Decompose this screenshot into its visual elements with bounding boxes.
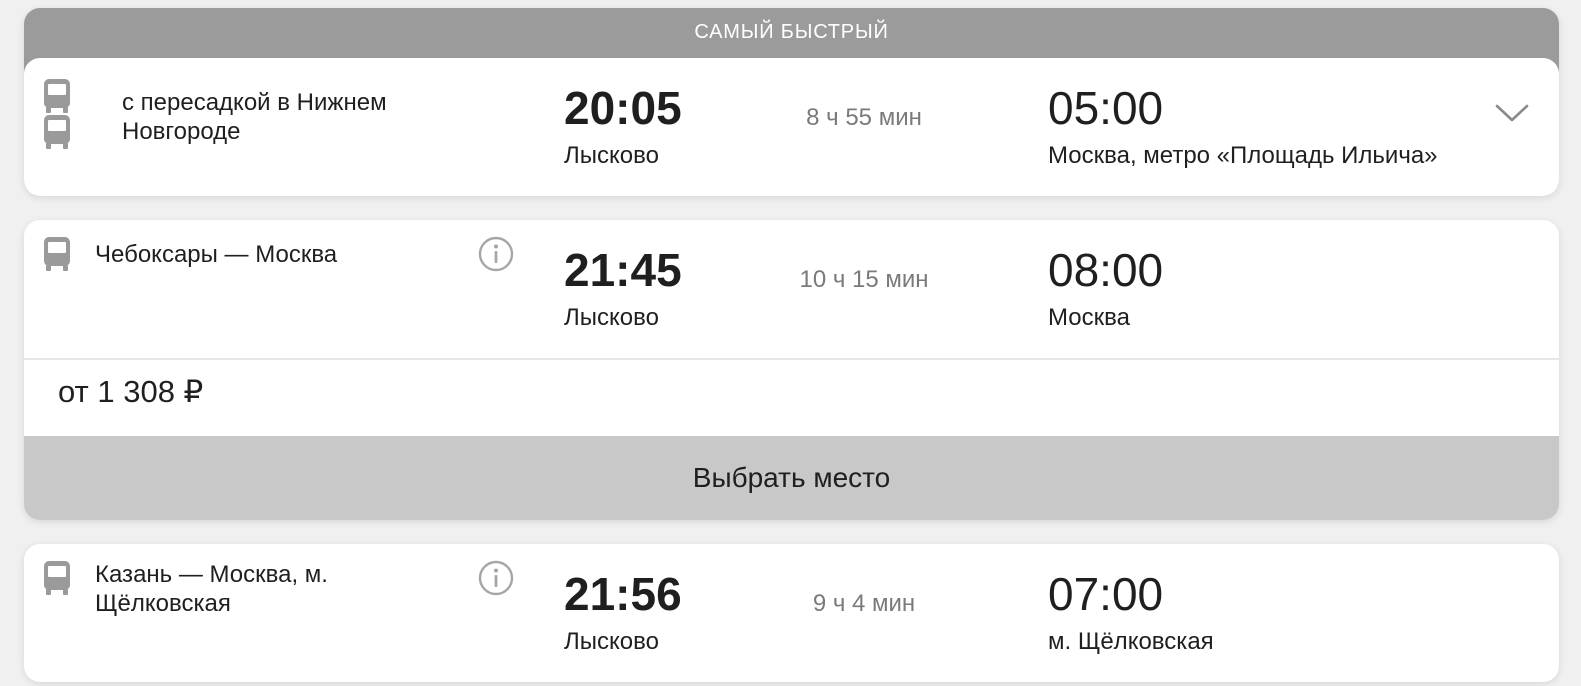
route-name: с пересадкой в Нижнем Новгороде — [122, 89, 387, 145]
info-icon[interactable] — [478, 236, 514, 272]
trip-card[interactable]: Чебоксары — Москва 21:45 Лысково 10 ч 15… — [24, 220, 1559, 520]
departure-time: 21:56 — [564, 568, 682, 620]
price: от 1 308 ₽ — [58, 374, 204, 409]
route-name: Казань — Москва, м. Щёлковская — [95, 561, 328, 617]
bus-icon — [42, 78, 72, 114]
trip-card-body[interactable]: Казань — Москва, м. Щёлковская 21:56 Лыс… — [24, 544, 1559, 682]
arrival-time: 05:00 — [1048, 82, 1164, 134]
info-icon[interactable] — [478, 560, 514, 596]
trip-duration: 10 ч 15 мин — [799, 266, 929, 293]
departure-station: Лысково — [564, 304, 659, 331]
route-name: Чебоксары — Москва — [95, 241, 338, 268]
trip-card-body[interactable]: с пересадкой в Нижнем Новгороде 20:05 Лы… — [24, 58, 1559, 196]
trip-card-fastest[interactable]: САМЫЙ БЫСТРЫЙ с пересадкой в Нижнем Новг… — [24, 8, 1559, 196]
trip-duration: 8 ч 55 мин — [806, 104, 922, 131]
departure-station: Лысково — [564, 628, 659, 655]
bus-icon — [42, 560, 72, 596]
arrival-station: Москва, метро «Площадь Ильича» — [1048, 142, 1438, 169]
trip-card-body[interactable]: Чебоксары — Москва 21:45 Лысково 10 ч 15… — [24, 220, 1559, 358]
bus-icon — [42, 236, 72, 272]
divider — [24, 358, 1559, 360]
trip-card[interactable]: Казань — Москва, м. Щёлковская 21:56 Лыс… — [24, 544, 1559, 682]
departure-station: Лысково — [564, 142, 659, 169]
trip-duration: 9 ч 4 мин — [812, 590, 916, 617]
select-seat-button[interactable]: Выбрать место — [24, 436, 1559, 520]
arrival-station: Москва — [1048, 304, 1130, 331]
departure-time: 20:05 — [564, 82, 682, 134]
arrival-time: 08:00 — [1048, 244, 1164, 296]
departure-time: 21:45 — [564, 244, 682, 296]
chevron-down-icon[interactable] — [1494, 102, 1530, 124]
bus-icon — [42, 114, 72, 150]
fastest-badge: САМЫЙ БЫСТРЫЙ — [694, 21, 889, 43]
arrival-station: м. Щёлковская — [1048, 628, 1214, 655]
arrival-time: 07:00 — [1048, 568, 1164, 620]
